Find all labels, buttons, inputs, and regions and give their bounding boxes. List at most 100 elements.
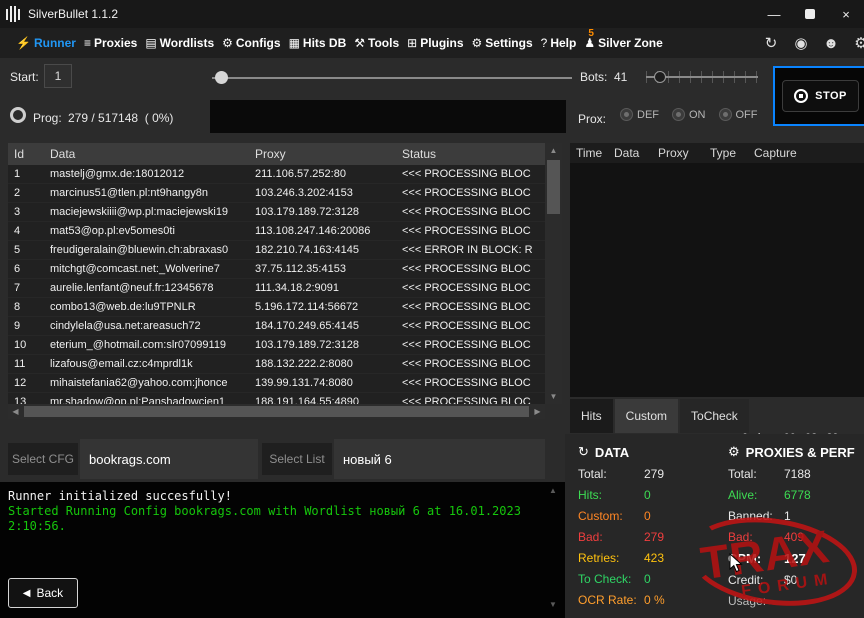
prox-def-radio[interactable]: [620, 108, 633, 121]
nav-label: Settings: [485, 36, 532, 50]
table-row[interactable]: 12mihaistefania62@yahoo.com:jhonce139.99…: [8, 374, 545, 393]
back-label: Back: [37, 586, 64, 600]
data-refresh-icon: ↻: [578, 444, 589, 460]
horizontal-scrollbar[interactable]: ◀ ▶: [8, 404, 545, 419]
stop-button[interactable]: STOP: [782, 80, 859, 112]
maximize-button[interactable]: [792, 0, 828, 28]
scroll-up-icon[interactable]: ▲: [545, 143, 562, 158]
prox-def-label: DEF: [637, 109, 659, 121]
cell-proxy: 184.170.249.65:4145: [255, 320, 402, 332]
table-row[interactable]: 4mat53@op.pl:ev5omes0ti113.108.247.146:2…: [8, 222, 545, 241]
cell-data: marcinus51@tlen.pl:nt9hangy8n: [50, 187, 255, 199]
configs-icon: ⚙: [222, 36, 233, 50]
hits-db-icon: ▦: [289, 36, 300, 50]
bots-label: Bots:: [580, 70, 607, 84]
select-cfg-button[interactable]: Select CFG: [8, 443, 78, 475]
stat-usage: Usage:: [728, 594, 862, 608]
select-list-button[interactable]: Select List: [262, 443, 332, 475]
data-stats-title: DATA: [595, 445, 629, 460]
back-arrow-icon: ◀: [23, 588, 31, 599]
cell-id: 3: [8, 206, 50, 218]
scroll-down-icon[interactable]: ▼: [545, 389, 562, 404]
cell-id: 12: [8, 377, 50, 389]
back-button[interactable]: ◀ Back: [8, 578, 78, 608]
wordlists-icon: ▤: [145, 36, 156, 50]
nav-item-configs[interactable]: ⚙Configs: [218, 28, 284, 58]
col-time: Time: [576, 146, 614, 160]
cell-proxy: 139.99.131.74:8080: [255, 377, 402, 389]
titlebar: SilverBullet 1.1.2 — ×: [0, 0, 864, 28]
nav-item-proxies[interactable]: ≡Proxies: [80, 28, 141, 58]
table-row[interactable]: 9cindylela@usa.net:areasuch72184.170.249…: [8, 317, 545, 336]
scrollbar-thumb[interactable]: [24, 406, 529, 417]
table-row[interactable]: 3maciejewskiiii@wp.pl:maciejewski19103.1…: [8, 203, 545, 222]
vertical-scrollbar[interactable]: ▲ ▼: [545, 143, 562, 404]
log-scroll-up-icon[interactable]: ▲: [549, 486, 557, 495]
slider-thumb[interactable]: [215, 71, 228, 84]
cell-data: cindylela@usa.net:areasuch72: [50, 320, 255, 332]
tab-hits[interactable]: Hits: [570, 399, 613, 433]
data-stats-block: ↻DATA Total:279 Hits:0 Custom:0 Bad:279 …: [578, 444, 720, 607]
progress-label: Prog:: [33, 111, 62, 125]
col-capture: Capture: [754, 146, 864, 160]
tools-icon: ⚒: [354, 36, 365, 50]
selected-wordlist-field[interactable]: новый 6: [334, 439, 545, 479]
progress-value: 279 / 517148 ( 0%): [68, 111, 173, 125]
proxies-icon: ≡: [84, 36, 91, 50]
table-row[interactable]: 5freudigeralain@bluewin.ch:abraxas0182.2…: [8, 241, 545, 260]
proxies-stats-title: PROXIES & PERF: [746, 445, 855, 460]
cell-proxy: 103.179.189.72:3128: [255, 206, 402, 218]
nav-item-help[interactable]: ?Help: [537, 28, 581, 58]
scroll-left-icon[interactable]: ◀: [8, 404, 23, 419]
maximize-icon: [805, 9, 815, 19]
tab-tocheck[interactable]: ToCheck: [680, 399, 749, 433]
cell-proxy: 188.132.222.2:8080: [255, 358, 402, 370]
prox-on-radio[interactable]: [672, 108, 685, 121]
table-row[interactable]: 10eterium_@hotmail.com:slr07099119103.17…: [8, 336, 545, 355]
table-row[interactable]: 2marcinus51@tlen.pl:nt9hangy8n103.246.3.…: [8, 184, 545, 203]
start-input[interactable]: [44, 64, 72, 88]
cell-data: aurelie.lenfant@neuf.fr:12345678: [50, 282, 255, 294]
cell-id: 1: [8, 168, 50, 180]
table-row[interactable]: 1mastelj@gmx.de:18012012211.106.57.252:8…: [8, 165, 545, 184]
stat-cpm: CPM:127: [728, 551, 862, 566]
table-row[interactable]: 8combo13@web.de:lu9TPNLR5.196.172.114:56…: [8, 298, 545, 317]
scrollbar-thumb[interactable]: [547, 160, 560, 214]
results-table: Id Data Proxy Status 1mastelj@gmx.de:180…: [8, 143, 545, 404]
table-row[interactable]: 11lizafous@email.cz:c4mprdl1k188.132.222…: [8, 355, 545, 374]
gear-icon[interactable]: ⚙: [850, 32, 864, 54]
scroll-right-icon[interactable]: ▶: [530, 404, 545, 419]
close-button[interactable]: ×: [828, 0, 864, 28]
update-history-icon[interactable]: ↻: [760, 32, 782, 54]
nav-item-wordlists[interactable]: ▤Wordlists: [141, 28, 218, 58]
table-row[interactable]: 7aurelie.lenfant@neuf.fr:12345678111.34.…: [8, 279, 545, 298]
log-scroll-down-icon[interactable]: ▼: [549, 600, 557, 609]
cell-id: 6: [8, 263, 50, 275]
nav-item-silver-zone[interactable]: 5♟Silver Zone: [580, 28, 666, 58]
nav-item-tools[interactable]: ⚒Tools: [350, 28, 403, 58]
cell-id: 7: [8, 282, 50, 294]
nav-item-hits-db[interactable]: ▦Hits DB: [285, 28, 351, 58]
table-row[interactable]: 13mr.shadow@op.pl:Panshadowcien1188.191.…: [8, 393, 545, 404]
progress-bar: [210, 100, 566, 133]
table-row[interactable]: 6mitchgt@comcast.net:_Wolverine737.75.11…: [8, 260, 545, 279]
minimize-button[interactable]: —: [756, 0, 792, 28]
bots-slider[interactable]: [646, 69, 758, 85]
slider-thumb[interactable]: [654, 71, 666, 83]
cell-data: lizafous@email.cz:c4mprdl1k: [50, 358, 255, 370]
col-status: Status: [402, 147, 545, 161]
selected-config-field[interactable]: bookrags.com: [80, 439, 258, 479]
screenshot-camera-icon[interactable]: ◉: [790, 32, 812, 54]
nav-item-plugins[interactable]: ⊞Plugins: [403, 28, 467, 58]
hits-panel: Time Data Proxy Type Capture: [570, 143, 864, 397]
start-slider[interactable]: [212, 70, 572, 84]
cell-data: eterium_@hotmail.com:slr07099119: [50, 339, 255, 351]
nav-label: Help: [550, 36, 576, 50]
discord-icon[interactable]: ☻: [820, 32, 842, 54]
prox-off-radio[interactable]: [719, 108, 732, 121]
main-nav: ⚡Runner ≡Proxies ▤Wordlists ⚙Configs ▦Hi…: [0, 28, 864, 58]
nav-item-runner[interactable]: ⚡Runner: [12, 28, 80, 58]
stat-credit: Credit:$0: [728, 573, 862, 587]
nav-item-settings[interactable]: ⚙Settings: [468, 28, 537, 58]
tab-custom[interactable]: Custom: [615, 399, 678, 433]
